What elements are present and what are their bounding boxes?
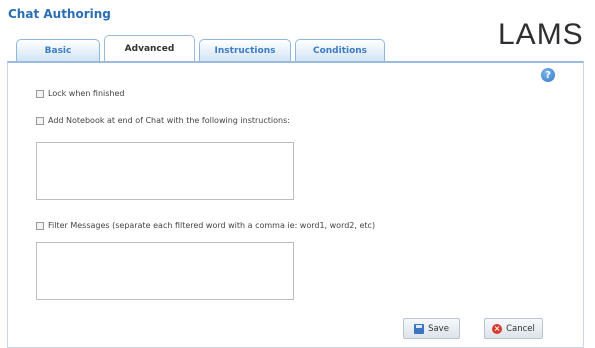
filter-messages-option: Filter Messages (separate each filtered …	[36, 221, 375, 230]
save-button[interactable]: Save	[403, 318, 460, 339]
cancel-button[interactable]: × Cancel	[484, 318, 543, 339]
filter-words-textarea[interactable]	[36, 242, 294, 300]
notebook-instructions-textarea[interactable]	[36, 142, 294, 200]
add-notebook-checkbox[interactable]	[36, 116, 44, 125]
help-icon[interactable]: ?	[541, 68, 555, 82]
add-notebook-label: Add Notebook at end of Chat with the fol…	[48, 116, 290, 125]
tab-bar: Basic Advanced Instructions Conditions	[16, 35, 385, 62]
lock-when-finished-label: Lock when finished	[48, 89, 125, 98]
save-button-label: Save	[428, 323, 449, 334]
advanced-panel	[7, 61, 584, 348]
cancel-icon: ×	[492, 323, 503, 334]
lock-when-finished-option: Lock when finished	[36, 89, 125, 98]
filter-messages-label: Filter Messages (separate each filtered …	[48, 221, 376, 230]
add-notebook-option: Add Notebook at end of Chat with the fol…	[36, 116, 290, 125]
lock-when-finished-checkbox[interactable]	[36, 89, 44, 98]
lams-logo: LAMS	[498, 18, 584, 51]
save-icon	[414, 323, 425, 334]
tab-conditions[interactable]: Conditions	[295, 39, 385, 62]
cancel-button-label: Cancel	[506, 323, 535, 334]
tab-advanced[interactable]: Advanced	[104, 35, 195, 62]
tab-instructions[interactable]: Instructions	[199, 39, 291, 62]
page-title: Chat Authoring	[8, 7, 111, 21]
filter-messages-checkbox[interactable]	[36, 221, 44, 230]
tab-basic[interactable]: Basic	[16, 39, 100, 62]
